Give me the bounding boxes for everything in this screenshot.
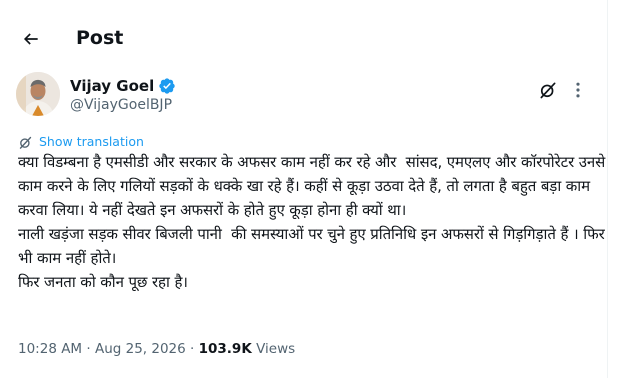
column-divider [607,0,608,378]
author-name-row: Vijay Goel [70,76,176,96]
views-count: 103.9K [198,341,252,357]
page-title: Post [76,27,124,49]
grok-button[interactable] [536,78,560,102]
grok-slash-icon [540,82,556,99]
views-label: Views [251,341,296,357]
arrow-left-icon [23,33,38,45]
verified-badge-icon [159,78,175,94]
show-translation[interactable]: Show translation [18,134,144,150]
post-time[interactable]: 10:28 AM [18,341,82,357]
back-button[interactable] [14,22,48,56]
post-header: Post [0,0,606,72]
more-button[interactable] [566,78,590,102]
show-translation-label[interactable]: Show translation [39,134,144,150]
meta-separator: · [185,341,199,357]
avatar[interactable] [16,72,60,116]
post-date[interactable]: Aug 25, 2026 [95,341,186,357]
translate-icon [19,136,32,149]
author-handle[interactable]: @VijayGoelBJP [70,96,172,114]
post-meta: 10:28 AM · Aug 25, 2026 · 103.9K Views [18,340,295,358]
more-vertical-icon [576,82,580,98]
tweet-text: क्या विडम्बना है एमसीडी और सरकार के अफसर… [18,153,606,291]
meta-separator: · [82,341,95,357]
author-name[interactable]: Vijay Goel [70,76,154,96]
